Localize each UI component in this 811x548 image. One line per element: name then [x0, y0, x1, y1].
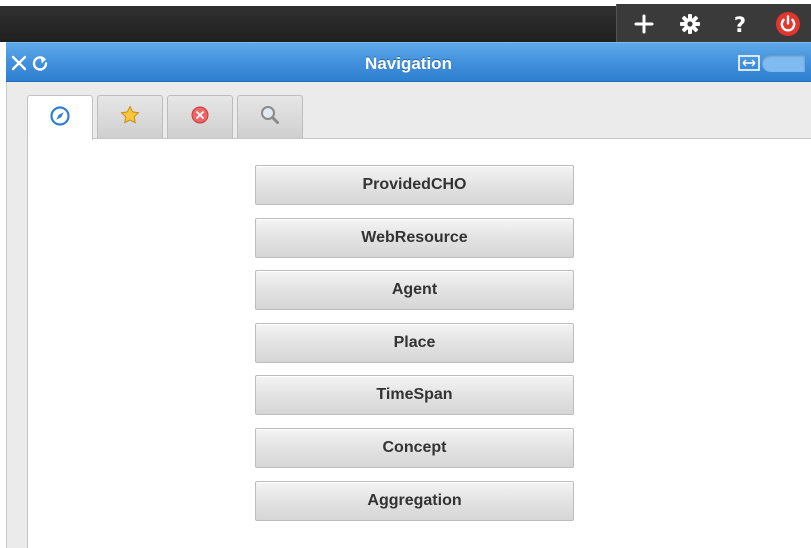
app-window: ? Navigation ProvidedCHO WebResource Age…: [0, 0, 811, 548]
navigation-content: ProvidedCHO WebResource Agent Place Time…: [27, 138, 811, 548]
provided-cho-button[interactable]: ProvidedCHO: [255, 165, 574, 205]
concept-button[interactable]: Concept: [255, 427, 574, 468]
class-button-list: ProvidedCHO WebResource Agent Place Time…: [255, 165, 574, 533]
tab-favorites[interactable]: [97, 95, 163, 139]
compass-icon: [49, 105, 71, 132]
sidebar-toggle[interactable]: [762, 55, 805, 72]
tab-navigation[interactable]: [27, 95, 93, 140]
tab-errors[interactable]: [167, 95, 233, 139]
star-icon: [119, 104, 141, 131]
timespan-button[interactable]: TimeSpan: [255, 375, 574, 416]
error-icon: [190, 105, 210, 130]
toolbar-actions: ?: [616, 4, 811, 42]
svg-text:?: ?: [734, 13, 746, 36]
aggregation-button[interactable]: Aggregation: [255, 480, 574, 521]
top-toolbar: ?: [0, 0, 811, 42]
expand-width-icon[interactable]: [737, 51, 761, 75]
page-title: Navigation: [365, 54, 452, 73]
agent-button[interactable]: Agent: [255, 270, 574, 311]
help-icon[interactable]: ?: [727, 11, 753, 37]
place-button[interactable]: Place: [255, 322, 574, 363]
web-resource-button[interactable]: WebResource: [255, 217, 574, 258]
tab-search[interactable]: [237, 95, 303, 139]
gear-icon[interactable]: [677, 11, 703, 37]
search-icon: [259, 104, 281, 131]
plus-icon[interactable]: [631, 11, 657, 37]
navigation-header: Navigation: [6, 42, 811, 82]
power-icon[interactable]: [775, 11, 801, 37]
